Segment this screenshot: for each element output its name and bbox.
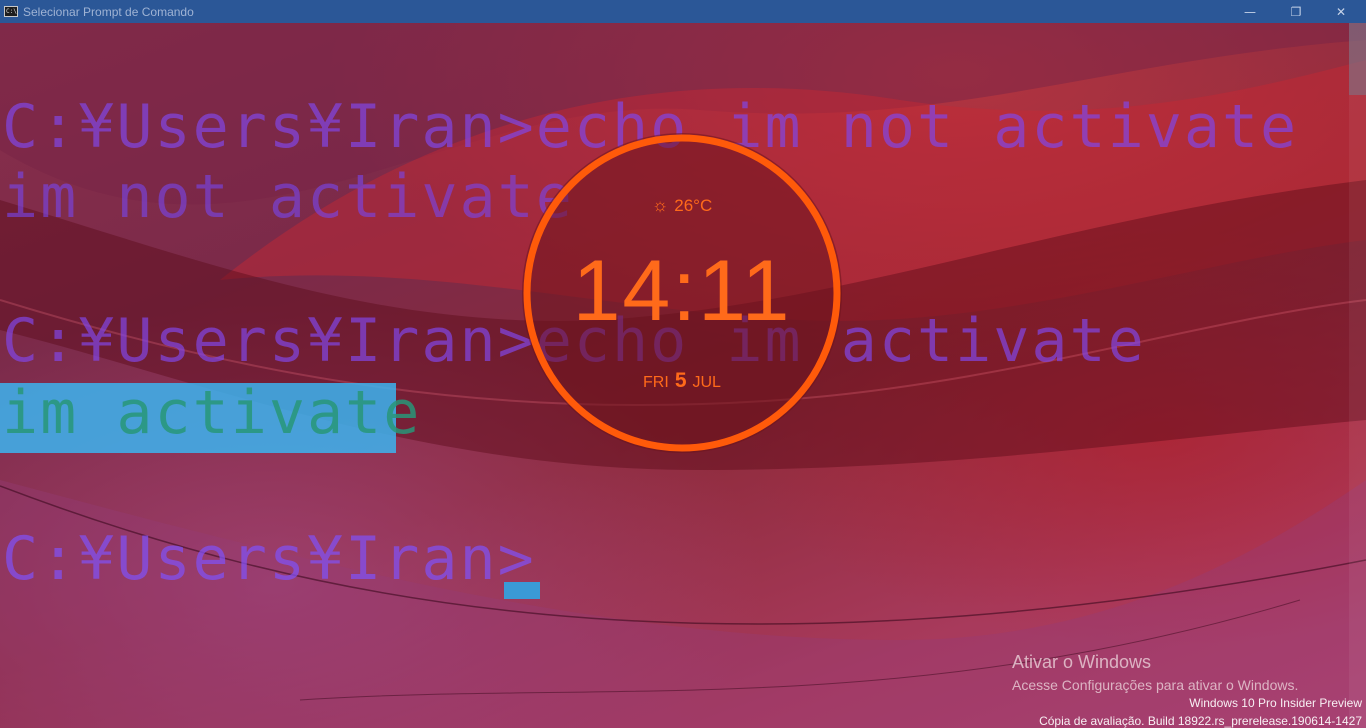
clock-time: 14:11 [572,243,792,339]
text-cursor [504,582,540,599]
build-label: Cópia de avaliação. Build 18922.rs_prere… [1039,714,1362,728]
month: JUL [692,374,721,391]
clock-date: FRI 5 JUL [522,369,842,393]
minimize-button[interactable]: — [1227,0,1273,23]
activation-title: Ativar o Windows [1012,652,1152,672]
scrollbar-thumb[interactable] [1349,23,1366,95]
edition-label: Windows 10 Pro Insider Preview [1189,696,1362,710]
day-number: 5 [674,369,687,392]
activation-subtitle: Acesse Configurações para ativar o Windo… [1012,677,1299,693]
console-output[interactable]: C:¥Users¥Iran>echo im not activate im no… [0,0,1296,594]
sun-cloud-icon: ☼ [651,195,669,215]
activation-watermark: Ativar o Windows Acesse Configurações pa… [1012,652,1298,693]
window-title: Selecionar Prompt de Comando [23,4,194,19]
restore-button[interactable]: ❐ [1273,0,1319,23]
weekday: FRI [643,374,669,391]
console-line: im not activate [2,162,574,232]
clock-widget: ☼ 26°C 14:11 FRI 5 JUL [522,133,842,453]
vertical-scrollbar[interactable] [1349,23,1366,728]
build-info: Windows 10 Pro Insider Preview Cópia de … [1039,694,1362,728]
console-prompt: C:¥Users¥Iran> [2,524,536,594]
close-button[interactable]: ✕ [1318,0,1364,23]
cmd-icon: C:\ [4,6,18,17]
console-line-selected: im activate [2,378,422,448]
weather-readout: ☼ 26°C [522,195,842,216]
temperature: 26°C [674,196,713,215]
title-bar[interactable]: C:\ Selecionar Prompt de Comando — ❐ ✕ [0,0,1366,23]
